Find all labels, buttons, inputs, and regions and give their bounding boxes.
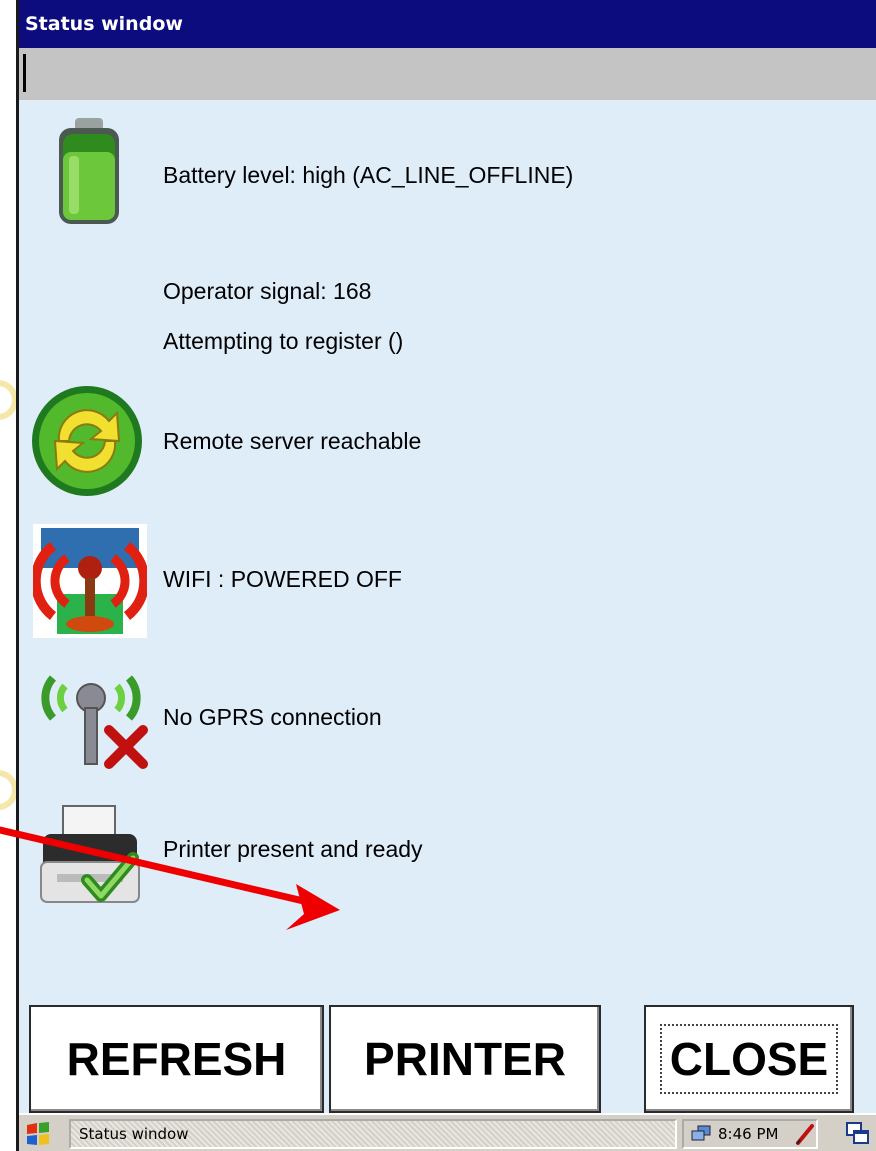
system-tray: 8:46 PM [682, 1119, 818, 1149]
gprs-status-text: No GPRS connection [163, 704, 382, 730]
gprs-antenna-icon [41, 675, 148, 769]
battery-row: Battery level: high (AC_LINE_OFFLINE) [19, 110, 876, 230]
printer-button-label: PRINTER [364, 1033, 566, 1085]
taskbar-window-label: Status window [79, 1125, 189, 1143]
windows-switch-icon[interactable] [845, 1121, 871, 1147]
wifi-row: WIFI : POWERED OFF [19, 522, 876, 640]
wifi-status-text: WIFI : POWERED OFF [163, 566, 402, 592]
registration-row: Attempting to register () [19, 320, 876, 360]
printer-row: Printer present and ready [19, 800, 876, 910]
start-flag-icon[interactable] [25, 1121, 51, 1147]
text-cursor [23, 54, 26, 92]
status-window: Status window Battery level: high (AC_LI… [16, 0, 876, 1151]
window-title: Status window [19, 0, 876, 48]
taskbar: Status window 8:46 PM [19, 1113, 876, 1151]
clock-text[interactable]: 8:46 PM [718, 1121, 778, 1147]
printer-status-text: Printer present and ready [163, 836, 423, 862]
background-page-strip [0, 0, 18, 1151]
server-row: Remote server reachable [19, 380, 876, 500]
gprs-row: No GPRS connection [19, 668, 876, 772]
refresh-button[interactable]: REFRESH [29, 1005, 324, 1113]
taskbar-window-button[interactable]: Status window [69, 1119, 677, 1149]
text-field[interactable] [19, 48, 876, 100]
close-button[interactable]: CLOSE [644, 1005, 854, 1113]
battery-status-text: Battery level: high (AC_LINE_OFFLINE) [163, 162, 574, 188]
pen-input-icon[interactable] [794, 1123, 816, 1145]
server-status-text: Remote server reachable [163, 428, 422, 454]
operator-signal-row: Operator signal: 168 [19, 270, 876, 310]
printer-icon [40, 805, 140, 903]
registration-status-text: Attempting to register () [163, 328, 404, 354]
sync-icon [32, 386, 142, 496]
refresh-button-label: REFRESH [66, 1033, 287, 1085]
operator-signal-text: Operator signal: 168 [163, 278, 372, 304]
close-button-label: CLOSE [659, 1024, 839, 1094]
battery-icon [59, 118, 119, 224]
printer-button[interactable]: PRINTER [329, 1005, 601, 1113]
wifi-antenna-icon [33, 524, 147, 638]
network-icon[interactable] [690, 1125, 712, 1143]
